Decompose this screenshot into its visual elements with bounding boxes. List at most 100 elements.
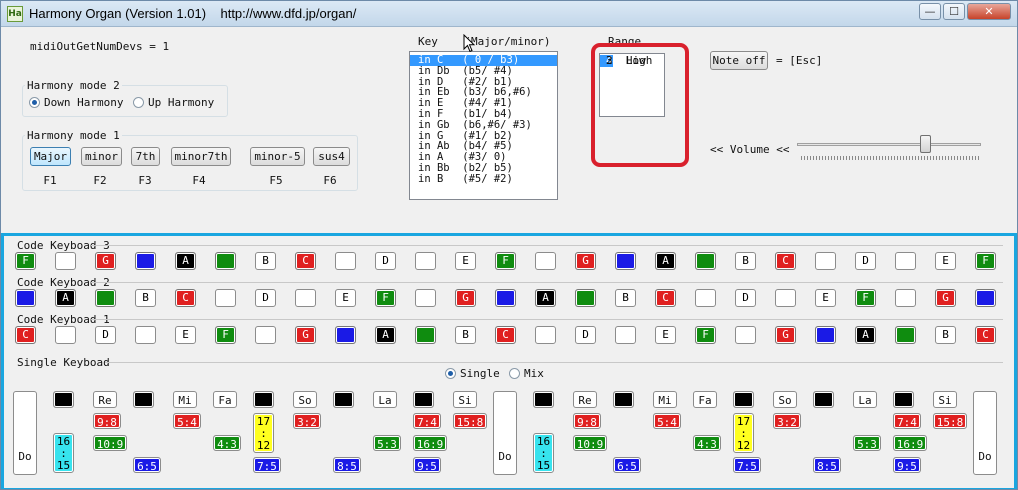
ratio-key[interactable]: 15:8 (453, 413, 487, 429)
do-key[interactable]: Do (493, 391, 517, 475)
chord-key[interactable] (415, 326, 436, 344)
chord-key[interactable] (895, 289, 916, 307)
chord-key[interactable] (55, 326, 76, 344)
minor-seventh-button[interactable]: minor7th (171, 147, 231, 166)
ratio-key[interactable]: 6:5 (133, 457, 161, 473)
ratio-key[interactable]: 4:3 (213, 435, 241, 451)
up-harmony-radio[interactable]: Up Harmony (133, 96, 214, 109)
chord-key[interactable]: B (135, 289, 156, 307)
chord-key[interactable] (495, 289, 516, 307)
black-key[interactable] (253, 391, 274, 408)
ratio-key[interactable]: 8:5 (813, 457, 841, 473)
chord-key[interactable] (815, 326, 836, 344)
chord-key[interactable]: E (335, 289, 356, 307)
chord-key[interactable]: E (935, 252, 956, 270)
chord-key[interactable] (535, 252, 556, 270)
si-key[interactable]: Si (453, 391, 477, 408)
chord-key[interactable] (775, 289, 796, 307)
ratio-key[interactable]: 5:4 (653, 413, 681, 429)
chord-key[interactable]: D (375, 252, 396, 270)
major-button[interactable]: Major (30, 147, 71, 166)
chord-key[interactable] (615, 252, 636, 270)
black-key[interactable] (893, 391, 914, 408)
ratio-key[interactable]: 9:8 (93, 413, 121, 429)
mi-key[interactable]: Mi (173, 391, 197, 408)
chord-key[interactable]: F (495, 252, 516, 270)
chord-key[interactable]: G (575, 252, 596, 270)
key-item[interactable]: in Gb (b6,#6/ #3) (410, 119, 557, 131)
ratio-key[interactable]: 5:3 (853, 435, 881, 451)
chord-key[interactable] (55, 252, 76, 270)
ratio-key[interactable]: 17 : 12 (253, 413, 274, 453)
key-item[interactable]: in Db (b5/ #4) (410, 65, 557, 77)
chord-key[interactable] (735, 326, 756, 344)
fa-key[interactable]: Fa (213, 391, 237, 408)
chord-key[interactable]: B (615, 289, 636, 307)
chord-key[interactable]: C (295, 252, 316, 270)
ratio-key[interactable]: 9:5 (893, 457, 921, 473)
seventh-button[interactable]: 7th (131, 147, 160, 166)
chord-key[interactable] (615, 326, 636, 344)
chord-key[interactable]: C (495, 326, 516, 344)
la-key[interactable]: La (853, 391, 877, 408)
black-key[interactable] (53, 391, 74, 408)
black-key[interactable] (533, 391, 554, 408)
ratio-key[interactable]: 10:9 (573, 435, 607, 451)
chord-key[interactable]: G (295, 326, 316, 344)
volume-slider-thumb[interactable] (920, 135, 931, 153)
single-mode-radio[interactable]: Single (445, 367, 500, 380)
key-list[interactable]: in C ( 0 / b3) in Db (b5/ #4) in D (#2/ … (409, 51, 558, 200)
chord-key[interactable]: C (975, 326, 996, 344)
chord-key[interactable]: D (735, 289, 756, 307)
black-key[interactable] (413, 391, 434, 408)
re-key[interactable]: Re (573, 391, 597, 408)
chord-key[interactable] (815, 252, 836, 270)
chord-key[interactable] (895, 252, 916, 270)
chord-key[interactable]: F (375, 289, 396, 307)
chord-key[interactable]: A (175, 252, 196, 270)
chord-key[interactable] (975, 289, 996, 307)
chord-key[interactable] (215, 252, 236, 270)
ratio-key[interactable]: 16 : 15 (53, 433, 74, 473)
chord-key[interactable] (415, 252, 436, 270)
black-key[interactable] (733, 391, 754, 408)
mi-key[interactable]: Mi (653, 391, 677, 408)
chord-key[interactable]: G (775, 326, 796, 344)
chord-key[interactable]: E (655, 326, 676, 344)
chord-key[interactable]: B (735, 252, 756, 270)
fa-key[interactable]: Fa (693, 391, 717, 408)
so-key[interactable]: So (773, 391, 797, 408)
ratio-key[interactable]: 3:2 (293, 413, 321, 429)
chord-key[interactable] (95, 289, 116, 307)
chord-key[interactable] (135, 252, 156, 270)
chord-key[interactable]: F (215, 326, 236, 344)
ratio-key[interactable]: 16:9 (413, 435, 447, 451)
chord-key[interactable]: C (175, 289, 196, 307)
chord-key[interactable]: D (95, 326, 116, 344)
do-key[interactable]: Do (973, 391, 997, 475)
ratio-key[interactable]: 16 : 15 (533, 433, 554, 473)
black-key[interactable] (133, 391, 154, 408)
chord-key[interactable] (695, 289, 716, 307)
chord-key[interactable] (415, 289, 436, 307)
ratio-key[interactable]: 3:2 (773, 413, 801, 429)
ratio-key[interactable]: 4:3 (693, 435, 721, 451)
ratio-key[interactable]: 16:9 (893, 435, 927, 451)
so-key[interactable]: So (293, 391, 317, 408)
chord-key[interactable]: D (255, 289, 276, 307)
ratio-key[interactable]: 5:3 (373, 435, 401, 451)
chord-key[interactable] (295, 289, 316, 307)
chord-key[interactable]: B (935, 326, 956, 344)
chord-key[interactable]: A (375, 326, 396, 344)
ratio-key[interactable]: 9:8 (573, 413, 601, 429)
chord-key[interactable]: A (655, 252, 676, 270)
chord-key[interactable] (895, 326, 916, 344)
chord-key[interactable] (335, 252, 356, 270)
ratio-key[interactable]: 15:8 (933, 413, 967, 429)
chord-key[interactable] (215, 289, 236, 307)
chord-key[interactable]: A (535, 289, 556, 307)
ratio-key[interactable]: 9:5 (413, 457, 441, 473)
ratio-key[interactable]: 17 : 12 (733, 413, 754, 453)
chord-key[interactable]: B (455, 326, 476, 344)
maximize-button[interactable]: ☐ (943, 3, 965, 20)
